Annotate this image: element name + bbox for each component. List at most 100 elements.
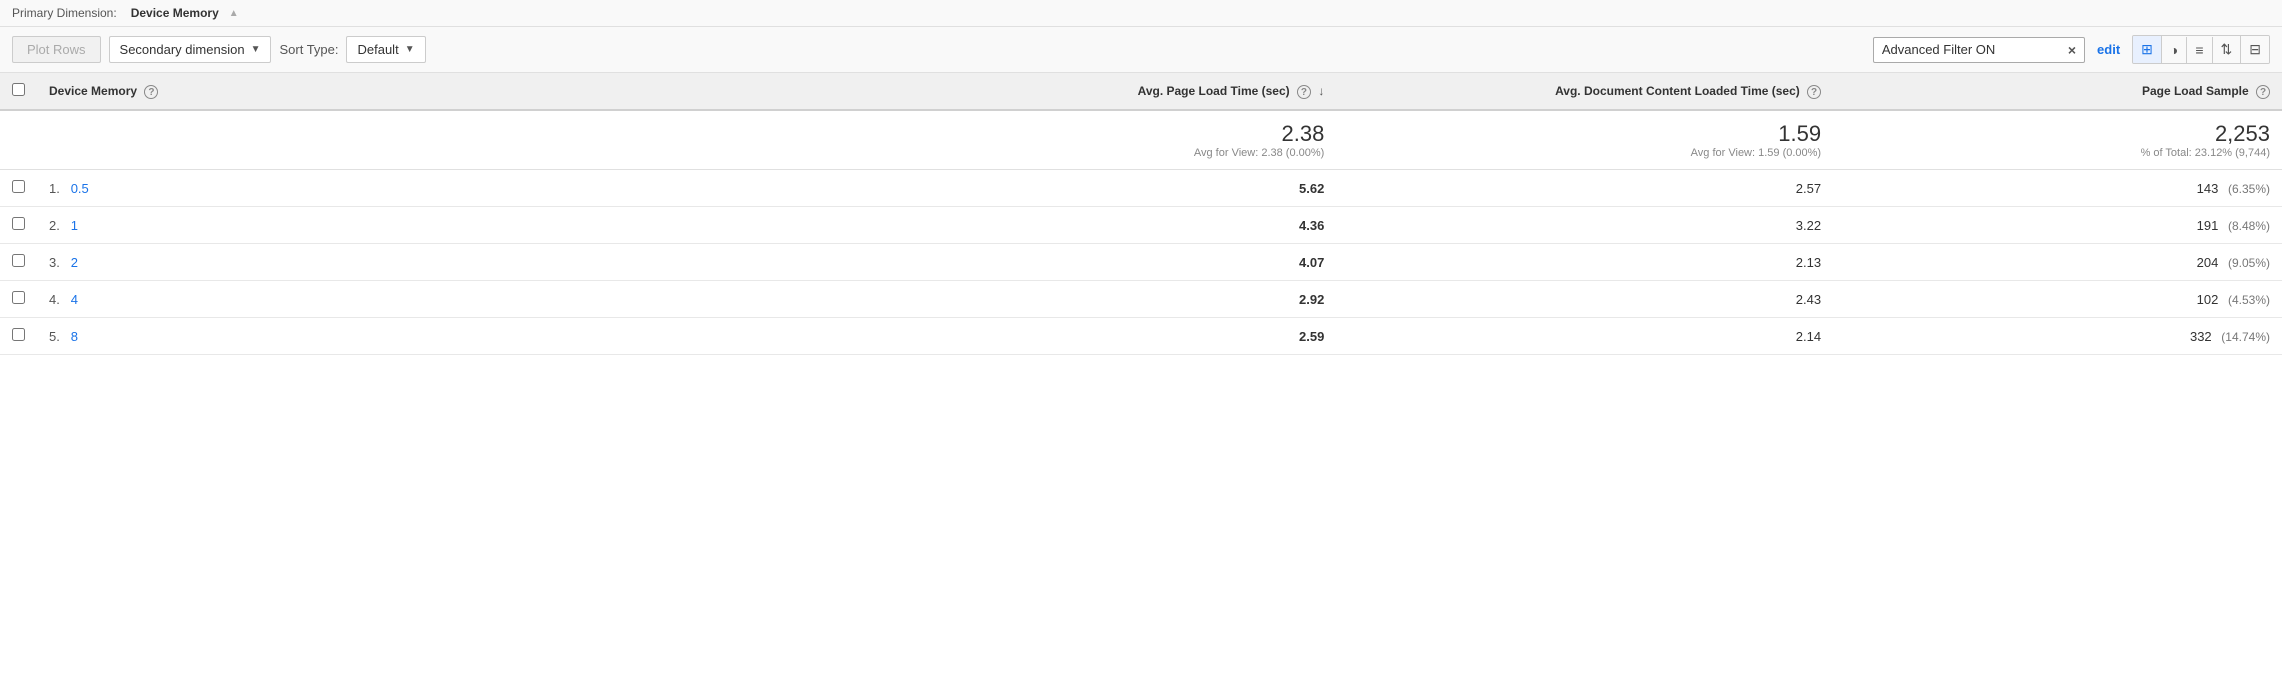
row-avgload-cell: 5.62 bbox=[886, 170, 1336, 207]
summary-avgdoc-cell: 1.59 Avg for View: 1.59 (0.00%) bbox=[1336, 110, 1833, 170]
table-row: 2. 1 4.36 3.22 191 (8.48%) bbox=[0, 207, 2282, 244]
page-load-sample-help-icon[interactable]: ? bbox=[2256, 85, 2270, 99]
row-device-link[interactable]: 8 bbox=[71, 329, 78, 344]
row-checkbox-cell bbox=[0, 207, 37, 244]
summary-avgdoc-main: 1.59 bbox=[1348, 121, 1821, 147]
filter-clear-button[interactable]: × bbox=[2068, 42, 2076, 58]
row-device-link[interactable]: 1 bbox=[71, 218, 78, 233]
summary-sample-main: 2,253 bbox=[1845, 121, 2270, 147]
row-avgdoc-cell: 2.57 bbox=[1336, 170, 1833, 207]
row-checkbox-cell bbox=[0, 170, 37, 207]
row-sample-pct: (14.74%) bbox=[2221, 330, 2270, 344]
header-page-load-sample: Page Load Sample ? bbox=[1833, 73, 2282, 110]
sort-type-label: Sort Type: bbox=[279, 42, 338, 57]
row-sample-num: 191 bbox=[2197, 218, 2219, 233]
table-view-button[interactable]: ⊞ bbox=[2133, 36, 2162, 63]
row-number: 2. bbox=[49, 218, 60, 233]
sort-type-dropdown[interactable]: Default ▼ bbox=[346, 36, 425, 63]
row-checkbox-cell bbox=[0, 244, 37, 281]
row-number: 4. bbox=[49, 292, 60, 307]
summary-sample-cell: 2,253 % of Total: 23.12% (9,744) bbox=[1833, 110, 2282, 170]
row-checkbox-4[interactable] bbox=[12, 328, 25, 341]
row-sample-num: 332 bbox=[2190, 329, 2212, 344]
data-table: Device Memory ? Avg. Page Load Time (sec… bbox=[0, 73, 2282, 355]
row-avgdoc-cell: 2.14 bbox=[1336, 318, 1833, 355]
dimension-caret: ▲ bbox=[229, 8, 239, 19]
row-sample-cell: 191 (8.48%) bbox=[1833, 207, 2282, 244]
table-row: 1. 0.5 5.62 2.57 143 (6.35%) bbox=[0, 170, 2282, 207]
row-checkbox-0[interactable] bbox=[12, 180, 25, 193]
row-number: 3. bbox=[49, 255, 60, 270]
row-checkbox-1[interactable] bbox=[12, 217, 25, 230]
header-avg-page-load: Avg. Page Load Time (sec) ? ↓ bbox=[886, 73, 1336, 110]
row-sample-cell: 204 (9.05%) bbox=[1833, 244, 2282, 281]
summary-avgload-cell: 2.38 Avg for View: 2.38 (0.00%) bbox=[886, 110, 1336, 170]
row-sample-cell: 332 (14.74%) bbox=[1833, 318, 2282, 355]
pie-view-button[interactable]: ◑ bbox=[2162, 37, 2187, 63]
table-header-row: Device Memory ? Avg. Page Load Time (sec… bbox=[0, 73, 2282, 110]
primary-dimension-value: Device Memory bbox=[131, 6, 219, 20]
row-checkbox-cell bbox=[0, 318, 37, 355]
row-avgdoc-cell: 2.13 bbox=[1336, 244, 1833, 281]
table-row: 4. 4 2.92 2.43 102 (4.53%) bbox=[0, 281, 2282, 318]
row-device-cell: 4. 4 bbox=[37, 281, 886, 318]
row-device-link[interactable]: 0.5 bbox=[71, 181, 89, 196]
secondary-dimension-chevron: ▼ bbox=[251, 44, 261, 55]
row-sample-num: 204 bbox=[2197, 255, 2219, 270]
filter-box: Advanced Filter ON × bbox=[1873, 37, 2085, 63]
row-sample-pct: (4.53%) bbox=[2228, 293, 2270, 307]
secondary-dimension-label: Secondary dimension bbox=[120, 42, 245, 57]
avg-page-load-help-icon[interactable]: ? bbox=[1297, 85, 1311, 99]
row-sample-pct: (6.35%) bbox=[2228, 182, 2270, 196]
table-row: 3. 2 4.07 2.13 204 (9.05%) bbox=[0, 244, 2282, 281]
row-sample-num: 102 bbox=[2197, 292, 2219, 307]
table-row: 5. 8 2.59 2.14 332 (14.74%) bbox=[0, 318, 2282, 355]
select-all-checkbox[interactable] bbox=[12, 83, 25, 96]
row-avgload-cell: 2.92 bbox=[886, 281, 1336, 318]
grid-view-button[interactable]: ⊟ bbox=[2241, 36, 2269, 63]
filter-text: Advanced Filter ON bbox=[1882, 42, 2062, 57]
bar-view-button[interactable]: ≡ bbox=[2187, 37, 2212, 63]
toolbar: Plot Rows Secondary dimension ▼ Sort Typ… bbox=[0, 27, 2282, 73]
secondary-dimension-dropdown[interactable]: Secondary dimension ▼ bbox=[109, 36, 272, 63]
primary-dimension-label: Primary Dimension: bbox=[12, 6, 117, 20]
row-device-cell: 3. 2 bbox=[37, 244, 886, 281]
sort-type-value: Default bbox=[357, 42, 398, 57]
avg-doc-load-help-icon[interactable]: ? bbox=[1807, 85, 1821, 99]
summary-checkbox-cell bbox=[0, 110, 37, 170]
row-number: 1. bbox=[49, 181, 60, 196]
plot-rows-button[interactable]: Plot Rows bbox=[12, 36, 101, 63]
row-avgload-cell: 2.59 bbox=[886, 318, 1336, 355]
row-sample-num: 143 bbox=[2197, 181, 2219, 196]
summary-device-cell bbox=[37, 110, 886, 170]
compare-view-button[interactable]: ⇅ bbox=[2213, 36, 2242, 63]
header-device-memory: Device Memory ? bbox=[37, 73, 886, 110]
row-number: 5. bbox=[49, 329, 60, 344]
row-device-link[interactable]: 2 bbox=[71, 255, 78, 270]
summary-avgdoc-sub: Avg for View: 1.59 (0.00%) bbox=[1348, 147, 1821, 159]
header-avg-doc-load-label: Avg. Document Content Loaded Time (sec) bbox=[1555, 84, 1800, 98]
view-toggle-group: ⊞ ◑ ≡ ⇅ ⊟ bbox=[2132, 35, 2270, 64]
row-checkbox-3[interactable] bbox=[12, 291, 25, 304]
row-sample-cell: 143 (6.35%) bbox=[1833, 170, 2282, 207]
header-device-memory-label: Device Memory bbox=[49, 84, 137, 98]
device-memory-help-icon[interactable]: ? bbox=[144, 85, 158, 99]
summary-avgload-main: 2.38 bbox=[898, 121, 1324, 147]
header-avg-doc-load: Avg. Document Content Loaded Time (sec) … bbox=[1336, 73, 1833, 110]
row-sample-pct: (8.48%) bbox=[2228, 219, 2270, 233]
row-device-link[interactable]: 4 bbox=[71, 292, 78, 307]
summary-sample-sub: % of Total: 23.12% (9,744) bbox=[1845, 147, 2270, 159]
summary-avgload-sub: Avg for View: 2.38 (0.00%) bbox=[898, 147, 1324, 159]
row-avgload-cell: 4.07 bbox=[886, 244, 1336, 281]
row-avgdoc-cell: 3.22 bbox=[1336, 207, 1833, 244]
primary-dimension-bar: Primary Dimension: Device Memory ▲ bbox=[0, 0, 2282, 27]
row-sample-pct: (9.05%) bbox=[2228, 256, 2270, 270]
header-avg-page-load-label: Avg. Page Load Time (sec) bbox=[1138, 84, 1290, 98]
row-checkbox-2[interactable] bbox=[12, 254, 25, 267]
row-device-cell: 1. 0.5 bbox=[37, 170, 886, 207]
edit-filter-link[interactable]: edit bbox=[2097, 42, 2120, 57]
row-sample-cell: 102 (4.53%) bbox=[1833, 281, 2282, 318]
row-device-cell: 2. 1 bbox=[37, 207, 886, 244]
row-checkbox-cell bbox=[0, 281, 37, 318]
row-avgdoc-cell: 2.43 bbox=[1336, 281, 1833, 318]
